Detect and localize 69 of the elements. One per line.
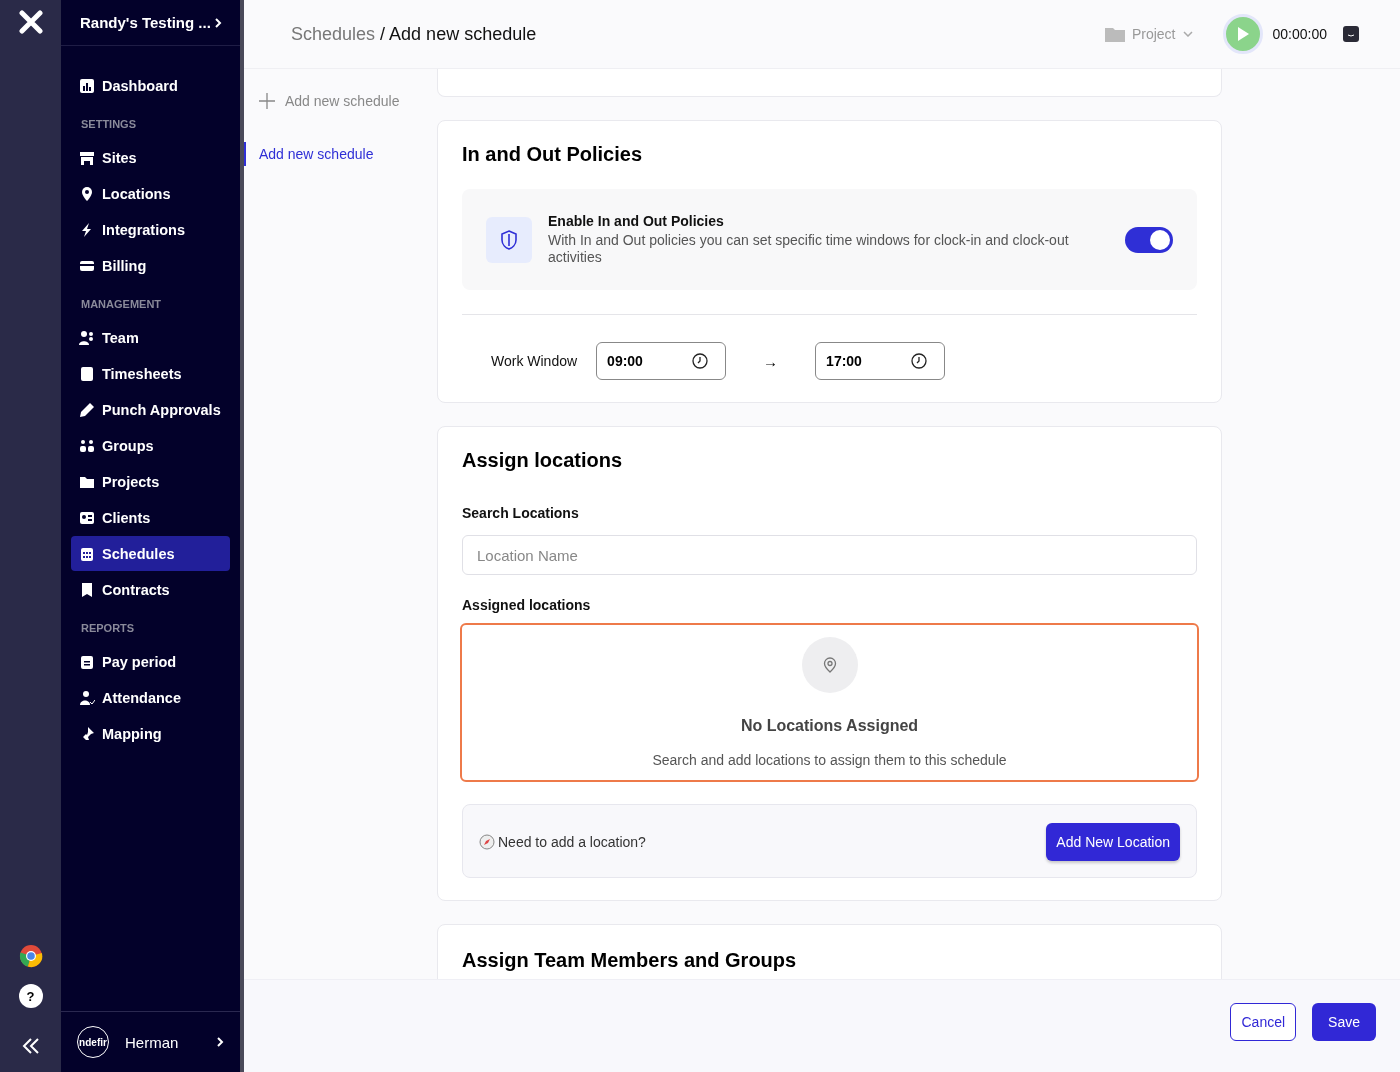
- sidebar-item[interactable]: Dashboard: [71, 68, 230, 103]
- user-name[interactable]: Herman: [125, 1033, 200, 1051]
- clipboard-icon: [79, 653, 95, 670]
- sidebar-item[interactable]: Clients: [71, 500, 230, 535]
- clock-icon[interactable]: [692, 353, 709, 369]
- time-field[interactable]: 17:00: [815, 342, 946, 380]
- people-icon: [79, 329, 95, 346]
- section-heading: SETTINGS: [80, 117, 137, 132]
- collapse-icon[interactable]: [21, 1038, 40, 1054]
- add-location-button[interactable]: Add New Location: [1046, 823, 1180, 861]
- storefront-icon: [79, 149, 95, 166]
- toggle-switch[interactable]: [1125, 226, 1173, 253]
- empty-description: Search and add locations to assign them to this schedule: [652, 752, 1007, 768]
- chart-icon: [79, 77, 95, 94]
- sidebar-item[interactable]: Sites: [71, 140, 230, 175]
- section-heading: REPORTS: [80, 621, 136, 636]
- section-heading: MANAGEMENT: [80, 297, 163, 312]
- search-field[interactable]: Location Name: [462, 535, 1197, 575]
- pencil-icon: [79, 401, 95, 418]
- setting-title: Enable In and Out Policies: [548, 213, 725, 229]
- sidebar-item[interactable]: Integrations: [71, 212, 230, 247]
- chevron-right-icon[interactable]: [216, 1037, 224, 1047]
- field-label: Work Window: [491, 353, 578, 369]
- sidebar-item[interactable]: Projects: [71, 464, 230, 499]
- arrow-text: →: [763, 352, 779, 370]
- sidebar-item[interactable]: Timesheets: [71, 356, 230, 391]
- sidebar-item[interactable]: Contracts: [71, 572, 230, 607]
- workspace-name[interactable]: Randy's Testing ...: [80, 14, 211, 31]
- clock-icon[interactable]: [911, 353, 928, 369]
- person-check-icon: [79, 689, 95, 706]
- sidebar-item[interactable]: Pay period: [71, 644, 230, 679]
- breadcrumb-item[interactable]: Schedules: [291, 23, 376, 44]
- empty-title: No Locations Assigned: [740, 717, 919, 735]
- setting-description: With In and Out policies you can set specific time windows for clock-in and clock-out activities: [548, 232, 1070, 266]
- location-pin-icon: [822, 657, 837, 673]
- time-field[interactable]: 09:00: [596, 342, 727, 380]
- sidebar-item[interactable]: Schedules: [71, 536, 230, 571]
- timer: 00:00:00: [1272, 26, 1327, 42]
- group-icon: [79, 437, 95, 454]
- bookmark-icon: [79, 581, 95, 598]
- logo-icon: [18, 10, 43, 34]
- browser-icon[interactable]: [18, 944, 43, 968]
- sidebar-item[interactable]: Billing: [71, 248, 230, 283]
- calendar-icon: [79, 545, 95, 562]
- section-title: Assign locations: [462, 449, 624, 472]
- sidebar-item[interactable]: Locations: [71, 176, 230, 211]
- chat-icon[interactable]: [1342, 25, 1360, 43]
- cancel-button[interactable]: Cancel: [1230, 1003, 1297, 1041]
- help-button[interactable]: ?: [18, 984, 43, 1008]
- sidebar-item[interactable]: Groups: [71, 428, 230, 463]
- add-schedule-link[interactable]: Add new schedule: [285, 93, 400, 109]
- compass-icon: [479, 834, 495, 850]
- chevron-right-icon[interactable]: [214, 17, 222, 28]
- prompt-text: Need to add a location?: [498, 834, 646, 850]
- location-pin-icon: [79, 185, 95, 202]
- sidebar-item[interactable]: Punch Approvals: [71, 392, 230, 427]
- folder-icon: [1104, 26, 1125, 42]
- section-title: Assign Team Members and Groups: [462, 949, 798, 972]
- sidebar-item[interactable]: Team: [71, 320, 230, 355]
- contact-card-icon: [79, 509, 95, 526]
- field-label: Assigned locations: [462, 597, 592, 613]
- field-label: Search Locations: [462, 505, 580, 521]
- sidebar-item[interactable]: Attendance: [71, 680, 230, 715]
- breadcrumb-item: / Add new schedule: [380, 23, 537, 44]
- book-icon: [79, 365, 95, 382]
- sidebar-item[interactable]: Mapping: [71, 716, 230, 751]
- shield-icon: [500, 229, 518, 250]
- save-button[interactable]: Save: [1312, 1003, 1376, 1041]
- section-title: In and Out Policies: [462, 143, 644, 166]
